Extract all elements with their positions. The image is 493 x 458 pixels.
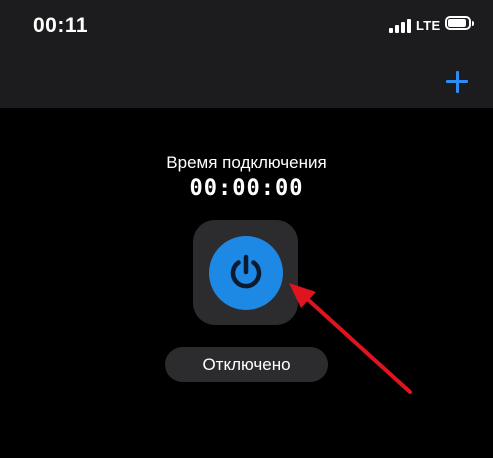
vpn-screen: 00:11 LTE Время подключения 00:00:00 Отк…: [0, 0, 493, 458]
annotation-arrow-icon: [289, 283, 412, 394]
